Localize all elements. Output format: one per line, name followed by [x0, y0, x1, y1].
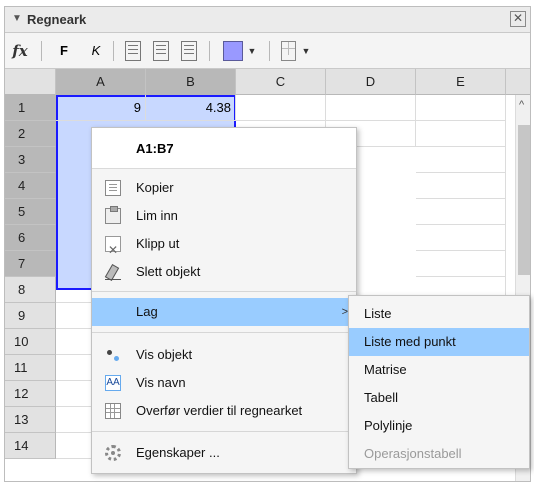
paste-icon	[105, 206, 121, 224]
menu-item-create[interactable]: Lag >	[92, 298, 356, 326]
copy-icon	[105, 180, 121, 196]
menu-item-label: Overfør verdier til regnearket	[136, 403, 303, 418]
row-header[interactable]: 9	[5, 303, 56, 329]
border-style-button[interactable]	[281, 41, 296, 61]
table-icon	[105, 403, 121, 419]
table-cell[interactable]	[416, 199, 506, 225]
style-toolbar: fx F K ▼ ▼	[5, 33, 530, 69]
row-header[interactable]: 7	[5, 251, 56, 277]
show-name-icon: AA	[105, 375, 121, 391]
cell-b1[interactable]: 4.38	[146, 95, 236, 121]
eraser-icon	[105, 264, 121, 280]
row-header[interactable]: 6	[5, 225, 56, 251]
column-header-c[interactable]: C	[236, 69, 326, 95]
collapse-triangle-icon[interactable]: ▼	[12, 13, 22, 24]
column-header-a[interactable]: A	[56, 69, 146, 95]
column-header-e[interactable]: E	[416, 69, 506, 95]
row-header[interactable]: 1	[5, 95, 56, 121]
row-header[interactable]: 5	[5, 199, 56, 225]
chevron-down-icon[interactable]: ▼	[247, 41, 257, 61]
table-cell[interactable]	[326, 95, 416, 121]
column-header-d[interactable]: D	[326, 69, 416, 95]
toolbar-divider	[209, 41, 210, 61]
menu-item-label: Lim inn	[136, 208, 178, 223]
menu-item-copy[interactable]: Kopier	[92, 174, 356, 202]
chevron-down-icon[interactable]: ▼	[301, 41, 311, 61]
scrollbar-thumb[interactable]	[518, 125, 530, 275]
submenu-item-list-of-points[interactable]: Liste med punkt	[349, 328, 529, 356]
menu-divider	[92, 332, 356, 333]
submenu-item-table[interactable]: Tabell	[349, 384, 529, 412]
menu-item-cut[interactable]: Klipp ut	[92, 230, 356, 264]
row-header[interactable]: 3	[5, 147, 56, 173]
column-header-b[interactable]: B	[146, 69, 236, 95]
row-header[interactable]: 13	[5, 407, 56, 433]
row-header[interactable]: 4	[5, 173, 56, 199]
bold-button[interactable]: F	[57, 41, 71, 61]
table-cell[interactable]	[416, 173, 506, 199]
toolbar-divider	[113, 41, 114, 61]
menu-item-properties[interactable]: Egenskaper ...	[92, 439, 356, 467]
row-header[interactable]: 12	[5, 381, 56, 407]
table-cell[interactable]	[416, 121, 506, 147]
cut-icon	[105, 236, 121, 264]
menu-divider	[92, 291, 356, 292]
window-title: Regneark	[27, 12, 87, 27]
menu-item-transfer-values[interactable]: Overfør verdier til regnearket	[92, 397, 356, 425]
italic-button[interactable]: K	[89, 41, 103, 61]
submenu-item-list[interactable]: Liste	[349, 300, 529, 328]
title-bar: ▼ Regneark ✕	[5, 7, 530, 33]
menu-item-show-object[interactable]: Vis objekt	[92, 341, 356, 369]
formula-button[interactable]: fx	[9, 41, 31, 61]
column-header-extra	[506, 69, 530, 95]
row-header[interactable]: 2	[5, 121, 56, 147]
menu-item-label: Lag	[136, 304, 158, 319]
corner-header[interactable]	[5, 69, 56, 95]
menu-item-delete-object[interactable]: Slett objekt	[92, 258, 356, 286]
table-cell[interactable]	[416, 251, 506, 277]
align-left-icon[interactable]	[125, 41, 141, 61]
menu-item-label: Klipp ut	[136, 236, 180, 251]
cell-a1[interactable]: 9	[56, 95, 146, 121]
align-center-icon[interactable]	[153, 41, 169, 61]
submenu-item-polyline[interactable]: Polylinje	[349, 412, 529, 440]
submenu-item-operation-table: Operasjonstabell	[364, 446, 462, 461]
create-submenu: Liste Liste med punkt Matrise Tabell Pol…	[348, 295, 530, 469]
scroll-up-icon[interactable]: ^	[519, 99, 524, 111]
row-header[interactable]: 8	[5, 277, 56, 303]
align-right-icon[interactable]	[181, 41, 197, 61]
context-menu: A1:B7 Kopier Lim inn Klipp ut Slett obje…	[91, 127, 357, 474]
table-cell[interactable]	[416, 95, 506, 121]
table-cell[interactable]	[236, 95, 326, 121]
show-object-icon	[105, 347, 121, 363]
submenu-item-matrix[interactable]: Matrise	[349, 356, 529, 384]
menu-item-label: Egenskaper ...	[136, 445, 220, 460]
menu-item-show-name[interactable]: AA Vis navn	[92, 369, 356, 397]
table-cell[interactable]	[416, 225, 506, 251]
menu-item-label: Vis navn	[136, 375, 186, 390]
row-header[interactable]: 10	[5, 329, 56, 355]
context-menu-header: A1:B7	[92, 128, 356, 169]
close-icon[interactable]: ✕	[510, 11, 526, 27]
gear-icon	[105, 445, 121, 461]
menu-item-label: Slett objekt	[136, 264, 201, 279]
table-cell[interactable]	[416, 147, 506, 173]
row-header[interactable]: 14	[5, 433, 56, 459]
row-header[interactable]: 11	[5, 355, 56, 381]
toolbar-divider	[41, 41, 42, 61]
menu-item-label: Vis objekt	[136, 347, 193, 362]
toolbar-divider	[269, 41, 270, 61]
menu-divider	[92, 431, 356, 432]
menu-item-paste[interactable]: Lim inn	[92, 202, 356, 230]
background-color-button[interactable]	[223, 41, 243, 61]
menu-item-label: Kopier	[136, 180, 174, 195]
